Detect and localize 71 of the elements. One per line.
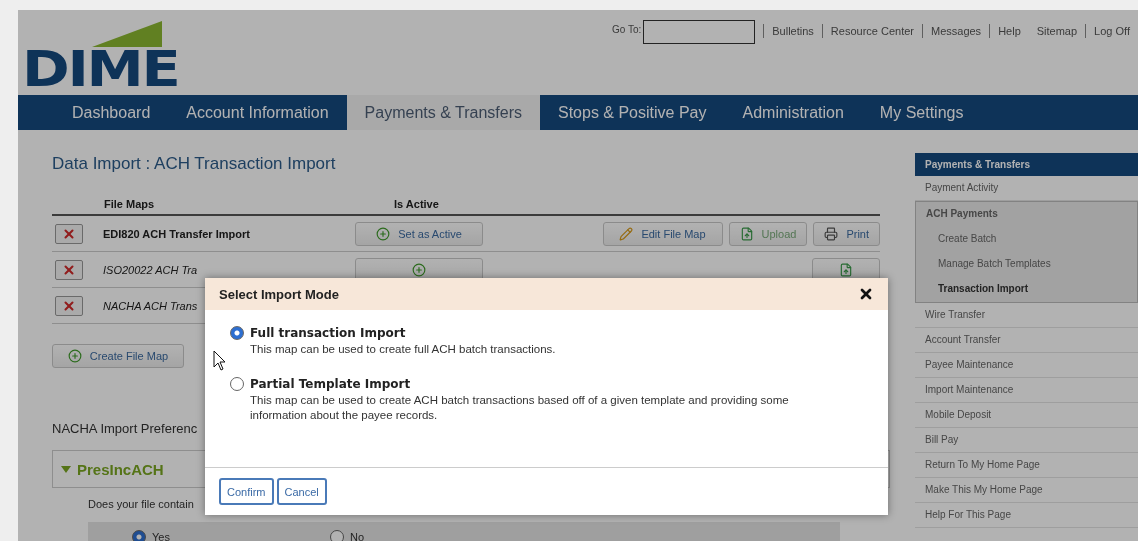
pointer-icon xyxy=(213,350,227,372)
sidebar-item[interactable]: Bill Pay xyxy=(915,428,1138,453)
file-map-name: NACHA ACH Trans xyxy=(103,299,198,312)
sidebar-item[interactable]: Transaction Import xyxy=(916,277,1137,302)
nav-tab[interactable]: Stops & Positive Pay xyxy=(539,95,725,130)
go-to-label: Go To: xyxy=(611,24,642,35)
question-text: Does your file contain xyxy=(88,498,194,510)
radio-button[interactable] xyxy=(329,530,344,541)
radio-button[interactable] xyxy=(132,530,146,541)
nav-tab[interactable]: My Settings xyxy=(861,95,982,130)
option-title: Full transaction Import xyxy=(250,326,407,340)
set-active-button[interactable]: Set as Active xyxy=(355,221,483,246)
nav-tab[interactable]: Dashboard xyxy=(54,95,169,130)
sidebar-item[interactable]: Wire Transfer xyxy=(915,303,1138,328)
printer-icon xyxy=(824,226,839,241)
radio-button[interactable] xyxy=(230,326,244,340)
delete-button[interactable] xyxy=(55,259,83,280)
radio-option[interactable]: Yes xyxy=(132,530,170,541)
sidebar-item[interactable]: Manage Batch Templates xyxy=(916,252,1137,277)
sidebar-item[interactable]: Make This My Home Page xyxy=(915,478,1138,503)
pencil-icon xyxy=(619,226,634,241)
column-header: Is Active xyxy=(394,198,440,210)
sidebar-item[interactable]: Help For This Page xyxy=(915,503,1138,528)
option-description: This map can be used to create full ACH batch transactions. xyxy=(250,342,556,357)
dialog-title: Select Import Mode xyxy=(219,286,339,302)
file-map-name: EDI820 ACH Transfer Import xyxy=(103,227,250,240)
section-title: NACHA Import Preferenc xyxy=(52,421,198,436)
delete-button[interactable] xyxy=(55,295,83,316)
header-link[interactable]: Help xyxy=(989,24,1029,38)
close-icon xyxy=(62,298,76,313)
option-description: This map can be used to create ACH batch transactions based off of a given template and providing some information about the payee records. xyxy=(250,393,790,423)
delete-button[interactable] xyxy=(55,223,83,244)
close-icon xyxy=(62,226,76,241)
sidebar-item[interactable]: Account Transfer xyxy=(915,328,1138,353)
header-link[interactable]: Log Off xyxy=(1085,24,1138,38)
sidebar-item[interactable]: Return To My Home Page xyxy=(915,453,1138,478)
plus-circle-icon xyxy=(412,262,426,277)
create-file-map-button[interactable]: Create File Map xyxy=(52,344,184,368)
logo-wedge-icon xyxy=(92,21,162,47)
sidebar-item[interactable]: Mobile Deposit xyxy=(915,403,1138,428)
header-link[interactable]: Resource Center xyxy=(821,24,922,38)
triangle-icon xyxy=(61,464,71,474)
sidebar-item[interactable]: ACH Payments xyxy=(916,202,1137,227)
plus-circle-icon xyxy=(376,226,391,241)
sidebar-item[interactable]: Payee Maintenance xyxy=(915,353,1138,378)
radio-button[interactable] xyxy=(230,377,244,391)
nav-tab[interactable]: Administration xyxy=(724,95,862,130)
column-header: File Maps xyxy=(104,198,156,210)
logo: DIME xyxy=(22,47,180,91)
upload-icon xyxy=(739,226,754,241)
close-icon xyxy=(62,262,76,277)
header-link[interactable]: Messages xyxy=(922,24,990,38)
sidebar-header: Payments & Transfers xyxy=(915,153,1138,176)
header-link[interactable]: Bulletins xyxy=(763,24,822,38)
print-button[interactable]: Print xyxy=(813,221,880,246)
sidebar-item[interactable]: Import Maintenance xyxy=(915,378,1138,403)
option-title: Partial Template Import xyxy=(250,377,412,391)
dialog-button[interactable]: Cancel xyxy=(276,478,327,505)
go-to-field[interactable] xyxy=(643,20,756,44)
page-title: Data Import : ACH Transaction Import xyxy=(52,154,337,174)
file-map-name: ISO20022 ACH Tra xyxy=(103,263,198,276)
nav-tab[interactable]: Account Information xyxy=(168,95,347,130)
edit-button[interactable]: Edit File Map xyxy=(602,221,723,246)
sidebar-item[interactable]: Create Batch xyxy=(916,227,1137,252)
nav-tab[interactable]: Payments & Transfers xyxy=(346,95,540,130)
upload-icon xyxy=(839,262,853,277)
radio-option[interactable]: No xyxy=(329,530,364,541)
close-icon[interactable] xyxy=(858,286,874,302)
plus-circle-icon xyxy=(67,349,82,363)
dialog-button[interactable]: Confirm xyxy=(219,478,274,505)
header-link[interactable]: Sitemap xyxy=(1028,24,1086,38)
